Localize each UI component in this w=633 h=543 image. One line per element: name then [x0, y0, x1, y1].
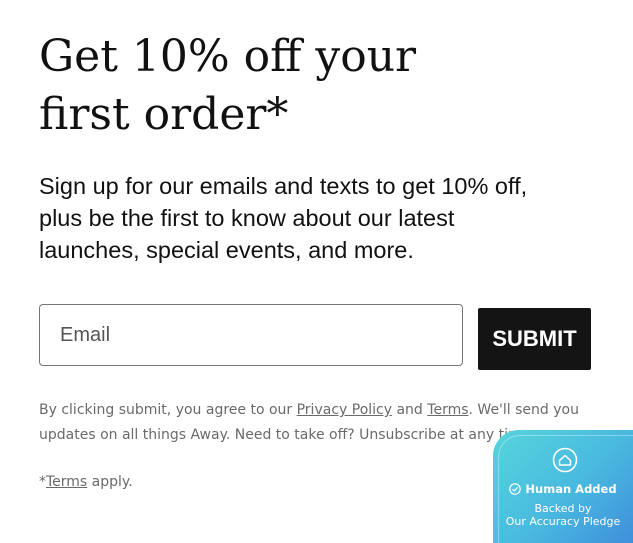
- description-line-1: Sign up for our emails and texts to get …: [39, 173, 528, 199]
- house-icon: [552, 447, 578, 473]
- footnote-terms-link[interactable]: Terms: [46, 474, 87, 490]
- badge-pledge: Our Accuracy Pledge: [505, 515, 621, 528]
- description-line-3: launches, special events, and more.: [39, 237, 414, 263]
- terms-link[interactable]: Terms: [427, 402, 468, 418]
- page-title: Get 10% off your first order*: [39, 28, 599, 144]
- badge-title-row: Human Added: [493, 482, 633, 496]
- submit-button[interactable]: SUBMIT: [478, 308, 591, 370]
- terms-footnote: *Terms apply.: [39, 470, 133, 495]
- privacy-policy-link[interactable]: Privacy Policy: [297, 402, 392, 418]
- disclaimer-prefix: By clicking submit, you agree to our: [39, 402, 297, 418]
- footnote-suffix: apply.: [87, 474, 133, 490]
- headline-line-2: first order*: [39, 89, 289, 140]
- check-circle-icon: [509, 483, 522, 495]
- description-line-2: plus be the first to know about our late…: [39, 205, 455, 231]
- footnote-asterisk: *: [39, 474, 46, 490]
- badge-title: Human Added: [525, 482, 617, 496]
- headline-line-1: Get 10% off your: [39, 31, 417, 82]
- badge-backed-by: Backed by: [534, 502, 592, 515]
- signup-description: Sign up for our emails and texts to get …: [39, 170, 599, 266]
- accuracy-pledge-badge[interactable]: Human Added Backed by Our Accuracy Pledg…: [493, 430, 633, 543]
- email-input[interactable]: [39, 304, 463, 366]
- disclaimer-and: and: [392, 402, 428, 418]
